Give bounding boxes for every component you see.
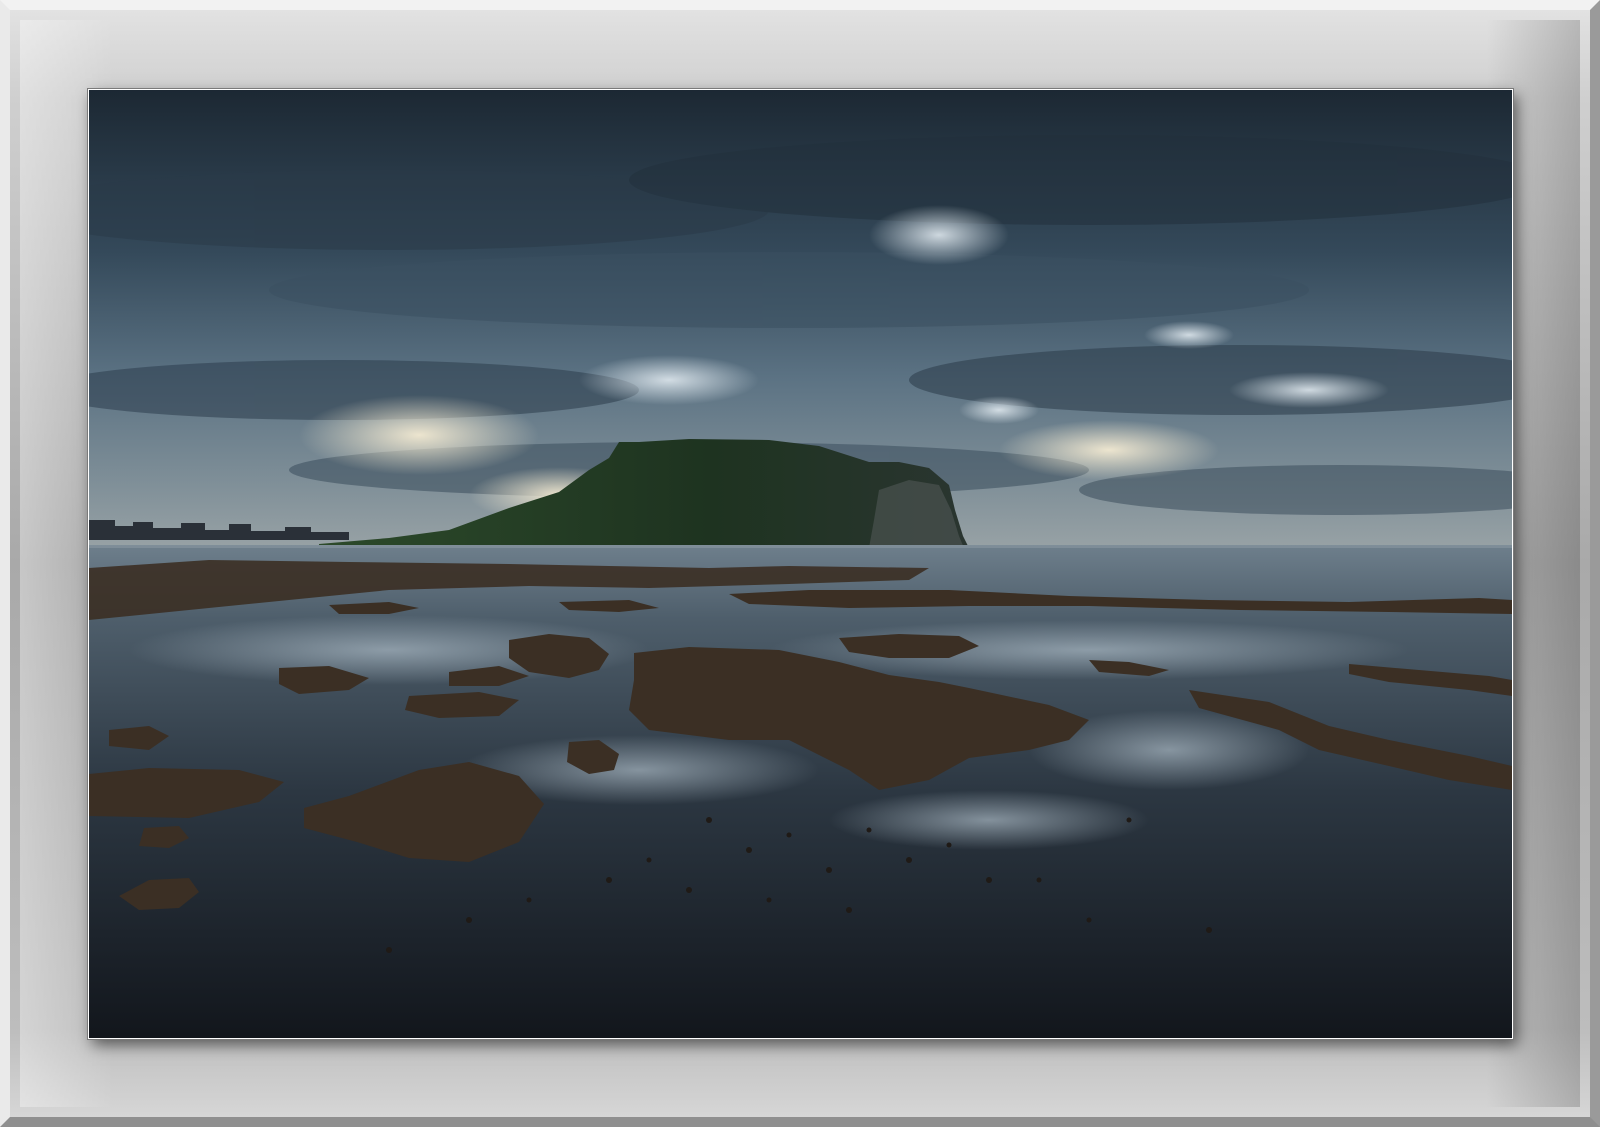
landscape-photo xyxy=(88,89,1513,1039)
photo-canvas xyxy=(89,90,1512,1038)
horizon-line xyxy=(89,545,1512,548)
